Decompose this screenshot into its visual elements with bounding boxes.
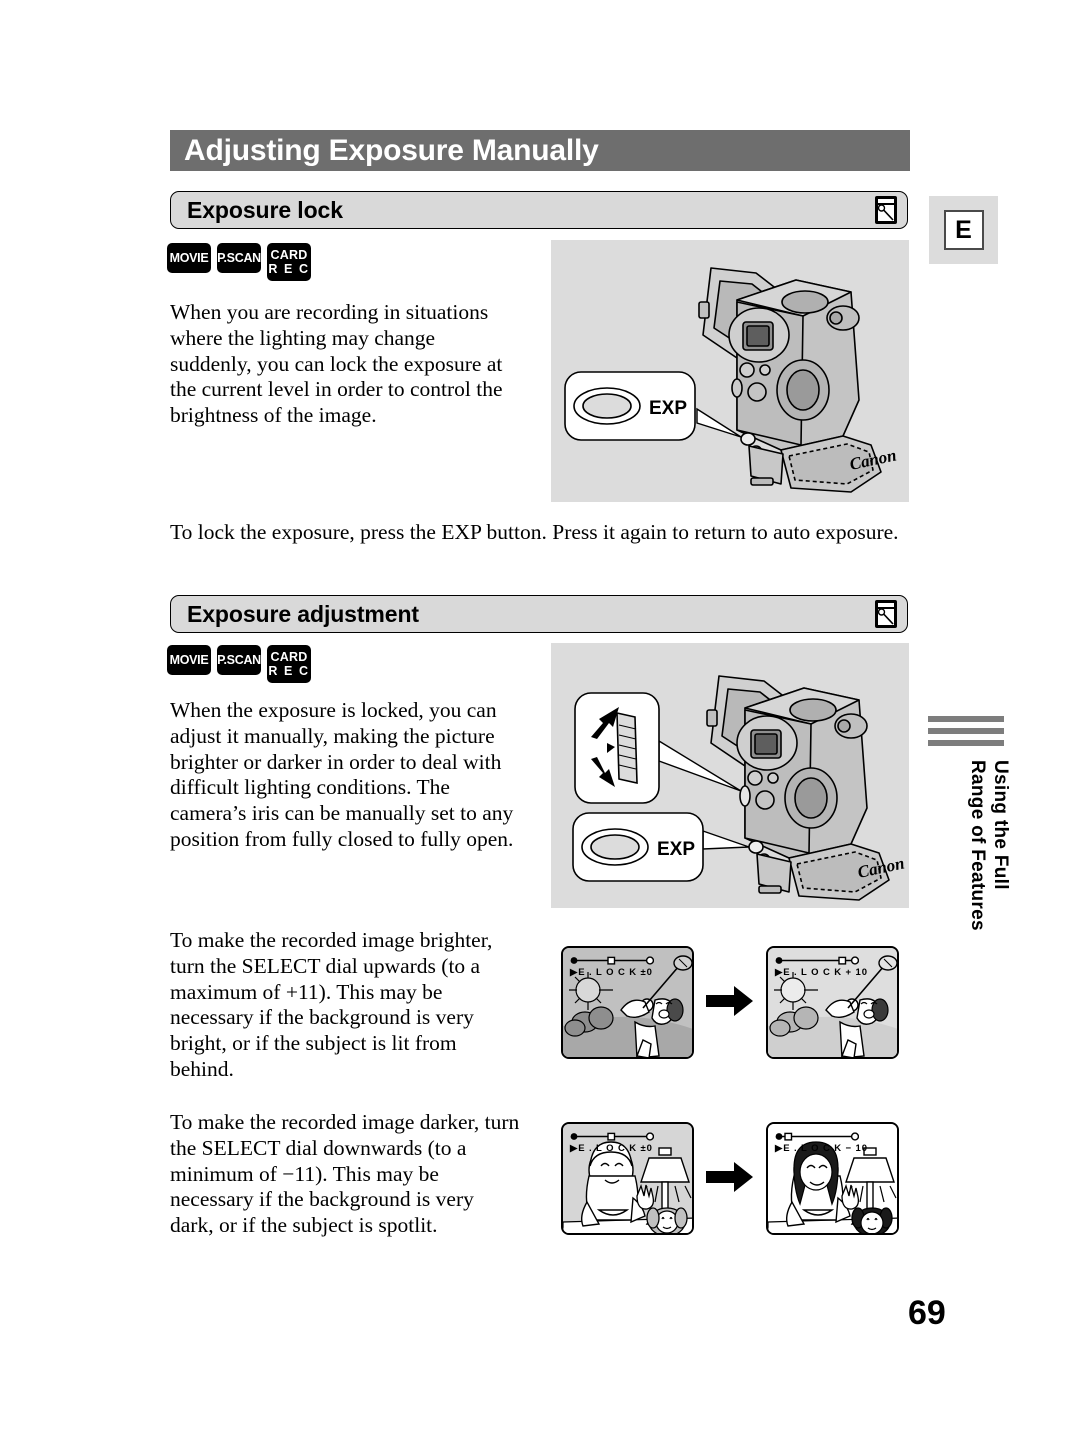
- badge-card-rec-line2: R E C: [268, 664, 310, 678]
- iris-icon: [875, 196, 897, 224]
- section-heading-exposure-adjustment: Exposure adjustment: [170, 595, 908, 633]
- sidebar-rule-1: [928, 716, 1004, 722]
- exposure-adjustment-body-text: When the exposure is locked, you can adj…: [170, 698, 514, 851]
- badge-card-rec: CARD R E C: [267, 243, 311, 281]
- darken-instruction-text: To make the recorded image darker, turn …: [170, 1110, 520, 1238]
- exposure-slider-center: [570, 956, 654, 965]
- language-tab: E: [929, 196, 998, 264]
- mode-badges-exposure-lock: MOVIE P.SCAN CARD R E C: [167, 243, 311, 281]
- lcd-osd-text: ▶E . L O C K − 10: [775, 1143, 868, 1154]
- badge-pscan-label: P.SCAN: [217, 653, 261, 667]
- language-tab-label: E: [943, 210, 984, 250]
- badge-pscan-label: P.SCAN: [217, 251, 261, 265]
- illustration-camcorder-exp: Canon EXP: [551, 240, 909, 502]
- camcorder-drawing-1: Canon EXP: [564, 267, 898, 493]
- badge-movie: MOVIE: [167, 243, 211, 273]
- exposure-lock-note-text: To lock the exposure, press the EXP butt…: [170, 520, 899, 544]
- lcd-golf-before: ▶E . L O C K ±0: [561, 946, 694, 1059]
- lcd-golf-after: ▶E . L O C K + 10: [766, 946, 899, 1059]
- badge-card-rec: CARD R E C: [267, 645, 311, 683]
- exposure-slider-center: [570, 1132, 654, 1141]
- mode-badges-exposure-adjustment: MOVIE P.SCAN CARD R E C: [167, 645, 311, 683]
- section-heading-label: Exposure lock: [187, 196, 343, 223]
- iris-icon: [875, 600, 897, 628]
- badge-movie: MOVIE: [167, 645, 211, 675]
- badge-pscan: P.SCAN: [217, 645, 261, 675]
- page-number: 69: [908, 1294, 946, 1332]
- sidebar-rule-2: [928, 728, 1004, 734]
- lcd-lamp-before: ▶E . L O C K ±0: [561, 1122, 694, 1235]
- badge-movie-label: MOVIE: [169, 251, 209, 265]
- badge-pscan: P.SCAN: [217, 243, 261, 273]
- section-heading-label-2: Exposure adjustment: [187, 600, 419, 627]
- badge-movie-label: MOVIE: [169, 653, 209, 667]
- badge-card-rec-line2: R E C: [268, 262, 310, 276]
- badge-card-rec-line1: CARD: [270, 248, 308, 262]
- badge-card-rec-line1: CARD: [270, 650, 308, 664]
- section-heading-exposure-lock: Exposure lock: [170, 191, 908, 229]
- lcd-osd-text: ▶E . L O C K + 10: [775, 967, 868, 978]
- page-title: Adjusting Exposure Manually: [184, 133, 599, 167]
- sidebar-rule-marks: [928, 716, 1004, 752]
- page-title-bar: Adjusting Exposure Manually: [170, 130, 910, 171]
- exposure-lock-body-text: When you are recording in situations whe…: [170, 300, 503, 428]
- lcd-lamp-after: ▶E . L O C K − 10: [766, 1122, 899, 1235]
- exposure-slider-right: [775, 956, 859, 965]
- camcorder-drawing-2: Canon EXP: [572, 675, 906, 901]
- exp-callout-label-1: EXP: [649, 398, 687, 419]
- exp-callout-label-2: EXP: [657, 839, 695, 860]
- illustration-camcorder-dial: Canon EXP: [551, 643, 909, 908]
- transition-arrow-icon: [706, 1162, 753, 1192]
- exposure-slider-left: [775, 1132, 859, 1141]
- lcd-osd-text: ▶E . L O C K ±0: [570, 1143, 653, 1154]
- brighten-instruction-text: To make the recorded image brighter, tur…: [170, 928, 493, 1081]
- running-head-vertical: Using the Full Range of Features: [967, 760, 1011, 931]
- lcd-osd-text: ▶E . L O C K ±0: [570, 967, 653, 978]
- sidebar-rule-3: [928, 740, 1004, 746]
- transition-arrow-icon: [706, 986, 753, 1016]
